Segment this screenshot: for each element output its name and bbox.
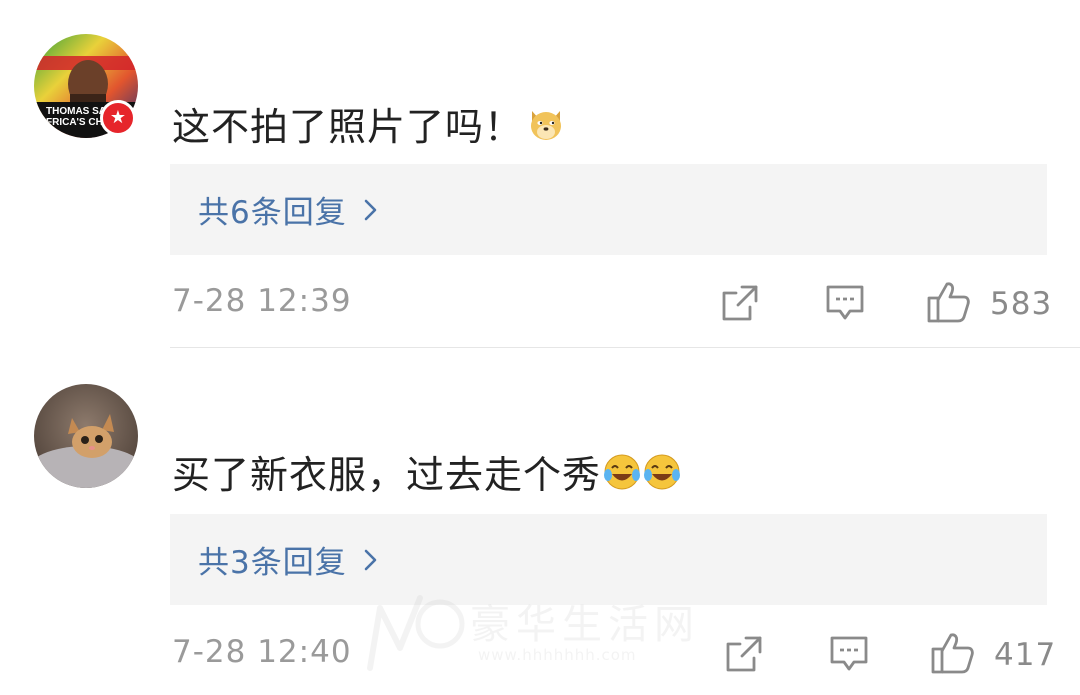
comment-timestamp: 7-28 12:40 <box>172 634 352 670</box>
laugh-cry-emoji <box>603 453 641 491</box>
doge-emoji <box>527 105 565 143</box>
share-button[interactable] <box>724 634 764 678</box>
comment-body: 这不拍了照片了吗！ <box>172 105 524 149</box>
comment-body: 买了新衣服，过去走个秀 <box>172 453 602 497</box>
share-icon <box>724 634 764 678</box>
share-icon <box>720 283 760 327</box>
comment-icon <box>824 283 866 327</box>
comment-divider <box>170 347 1080 348</box>
share-button[interactable] <box>720 283 760 327</box>
avatar[interactable] <box>34 384 138 488</box>
comment-text: 买了新衣服，过去走个秀 <box>172 444 681 499</box>
like-button[interactable]: 417 <box>930 631 1056 679</box>
chevron-right-icon <box>363 197 379 223</box>
thumbs-up-icon <box>930 631 976 679</box>
comment-icon <box>828 634 870 678</box>
reply-button[interactable] <box>828 634 870 678</box>
comment-timestamp: 7-28 12:39 <box>172 283 352 319</box>
avatar-caption: THOMAS SA FRICA'S CH <box>46 106 106 128</box>
laugh-cry-emoji <box>643 453 681 491</box>
like-button[interactable]: 583 <box>926 280 1052 328</box>
chevron-right-icon <box>363 547 379 573</box>
like-count: 583 <box>990 286 1053 322</box>
view-replies-button[interactable]: 共3条回复 <box>170 514 1047 605</box>
replies-count-label: 共6条回复 <box>198 195 347 231</box>
verified-badge-icon: ★ <box>100 100 136 136</box>
view-replies-button[interactable]: 共6条回复 <box>170 164 1047 255</box>
like-count: 417 <box>994 637 1057 673</box>
replies-count-label: 共3条回复 <box>198 545 347 581</box>
watermark-url: www.hhhhhhh.com <box>478 646 637 664</box>
comment-text: 这不拍了照片了吗！ <box>172 96 565 151</box>
thumbs-up-icon <box>926 280 972 328</box>
reply-button[interactable] <box>824 283 866 327</box>
